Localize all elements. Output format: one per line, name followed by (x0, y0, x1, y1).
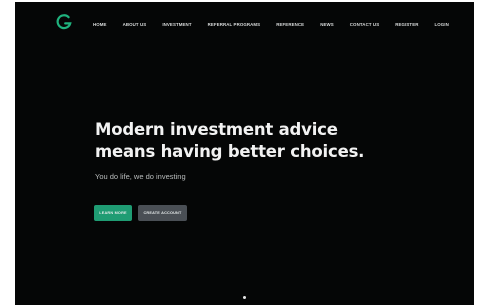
nav-item-contact-us[interactable]: CONTACT US (350, 22, 379, 27)
nav-item-investment[interactable]: INVESTMENT (162, 22, 191, 27)
nav-item-about-us[interactable]: ABOUT US (123, 22, 147, 27)
hero-headline-line-1: Modern investment advice (95, 120, 338, 139)
nav-item-login[interactable]: LOGIN (435, 22, 449, 27)
nav-item-news[interactable]: NEWS (320, 22, 334, 27)
hero-headline-line-2: means having better choices. (95, 142, 365, 161)
hero-section: HOME ABOUT US INVESTMENT REFERRAL PROGRA… (15, 2, 474, 305)
nav-item-home[interactable]: HOME (93, 22, 107, 27)
g-logo-icon[interactable] (55, 13, 73, 31)
hero-headline: Modern investment advice means having be… (95, 119, 365, 163)
scroll-dot-icon[interactable] (243, 296, 246, 299)
nav-item-register[interactable]: REGISTER (395, 22, 418, 27)
page-frame: HOME ABOUT US INVESTMENT REFERRAL PROGRA… (0, 0, 482, 307)
main-nav: HOME ABOUT US INVESTMENT REFERRAL PROGRA… (93, 19, 449, 29)
hero-tagline: You do life, we do investing (95, 172, 186, 181)
nav-item-referral-programs[interactable]: REFERRAL PROGRAMS (208, 22, 261, 27)
learn-more-button[interactable]: LEARN MORE (94, 205, 132, 221)
create-account-button[interactable]: CREATE ACCOUNT (138, 205, 187, 221)
nav-item-reference[interactable]: REFERENCE (276, 22, 304, 27)
